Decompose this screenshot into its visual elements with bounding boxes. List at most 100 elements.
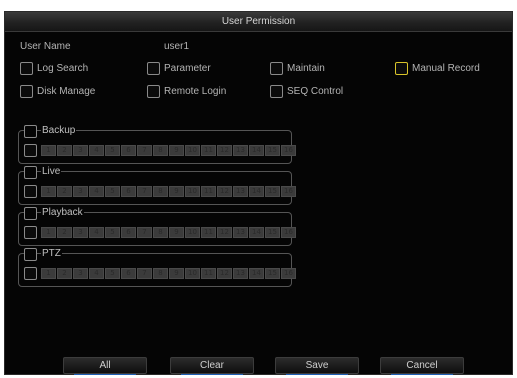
channel-toggle[interactable]: 16 <box>281 145 296 156</box>
channel-group-playback: Playback 1 2 3 4 5 6 7 8 9 10 11 12 13 14 15 16 <box>18 206 296 246</box>
channel-toggle[interactable]: 12 <box>217 227 232 238</box>
channel-toggle[interactable]: 12 <box>217 145 232 156</box>
channel-toggle[interactable]: 1 <box>41 227 56 238</box>
ptz-all-checkbox[interactable] <box>24 248 37 261</box>
channel-toggle[interactable]: 14 <box>249 268 264 279</box>
maintain-label: Maintain <box>287 63 325 74</box>
manual-record-checkbox[interactable] <box>395 62 408 75</box>
channel-toggle[interactable]: 8 <box>153 268 168 279</box>
permission-log-search[interactable]: Log Search <box>20 62 120 76</box>
channel-toggle[interactable]: 7 <box>137 145 152 156</box>
playback-all-checkbox[interactable] <box>24 207 37 220</box>
permission-remote-login[interactable]: Remote Login <box>147 85 247 99</box>
playback-group-label: Playback <box>41 206 84 220</box>
channel-toggle[interactable]: 10 <box>185 268 200 279</box>
channel-toggle[interactable]: 4 <box>89 145 104 156</box>
seq-control-checkbox[interactable] <box>270 85 283 98</box>
channel-toggle[interactable]: 16 <box>281 186 296 197</box>
cancel-button[interactable]: Cancel <box>380 357 464 375</box>
channel-toggle[interactable]: 1 <box>41 268 56 279</box>
channel-toggle[interactable]: 3 <box>73 145 88 156</box>
parameter-checkbox[interactable] <box>147 62 160 75</box>
clear-button[interactable]: Clear <box>170 357 254 375</box>
backup-row-checkbox[interactable] <box>24 144 37 157</box>
log-search-checkbox[interactable] <box>20 62 33 75</box>
channel-toggle[interactable]: 4 <box>89 268 104 279</box>
permission-manual-record[interactable]: Manual Record <box>395 62 495 76</box>
channel-toggle[interactable]: 1 <box>41 186 56 197</box>
dialog-title: User Permission <box>5 12 512 32</box>
channel-toggle[interactable]: 8 <box>153 186 168 197</box>
playback-row-checkbox[interactable] <box>24 226 37 239</box>
live-row-checkbox[interactable] <box>24 185 37 198</box>
channel-toggle[interactable]: 15 <box>265 227 280 238</box>
channel-toggle[interactable]: 11 <box>201 268 216 279</box>
channel-toggle[interactable]: 10 <box>185 227 200 238</box>
channel-toggle[interactable]: 9 <box>169 227 184 238</box>
channel-toggle[interactable]: 6 <box>121 227 136 238</box>
save-button[interactable]: Save <box>275 357 359 375</box>
channel-toggle[interactable]: 4 <box>89 227 104 238</box>
channel-toggle[interactable]: 5 <box>105 268 120 279</box>
ptz-row-checkbox[interactable] <box>24 267 37 280</box>
channel-toggle[interactable]: 11 <box>201 227 216 238</box>
channel-toggle[interactable]: 14 <box>249 186 264 197</box>
channel-toggle[interactable]: 9 <box>169 186 184 197</box>
channel-toggle[interactable]: 6 <box>121 268 136 279</box>
channel-toggle[interactable]: 16 <box>281 227 296 238</box>
channel-toggle[interactable]: 9 <box>169 268 184 279</box>
channel-toggle[interactable]: 10 <box>185 145 200 156</box>
channel-toggle[interactable]: 10 <box>185 186 200 197</box>
channel-toggle[interactable]: 15 <box>265 268 280 279</box>
channel-toggle[interactable]: 2 <box>57 268 72 279</box>
channel-toggle[interactable]: 2 <box>57 145 72 156</box>
channel-toggle[interactable]: 11 <box>201 145 216 156</box>
channel-toggle[interactable]: 9 <box>169 145 184 156</box>
channel-toggle[interactable]: 8 <box>153 145 168 156</box>
channel-toggle[interactable]: 12 <box>217 268 232 279</box>
ptz-channel-row: 1 2 3 4 5 6 7 8 9 10 11 12 13 14 15 16 <box>41 268 296 279</box>
channel-toggle[interactable]: 8 <box>153 227 168 238</box>
channel-toggle[interactable]: 15 <box>265 145 280 156</box>
channel-toggle[interactable]: 14 <box>249 227 264 238</box>
maintain-checkbox[interactable] <box>270 62 283 75</box>
permission-parameter[interactable]: Parameter <box>147 62 247 76</box>
channel-toggle[interactable]: 6 <box>121 145 136 156</box>
channel-toggle[interactable]: 15 <box>265 186 280 197</box>
remote-login-checkbox[interactable] <box>147 85 160 98</box>
backup-all-checkbox[interactable] <box>24 125 37 138</box>
channel-toggle[interactable]: 5 <box>105 227 120 238</box>
channel-toggle[interactable]: 3 <box>73 186 88 197</box>
channel-group-backup: Backup 1 2 3 4 5 6 7 8 9 10 11 12 13 14 15 16 <box>18 124 296 164</box>
channel-toggle[interactable]: 11 <box>201 186 216 197</box>
channel-toggle[interactable]: 7 <box>137 186 152 197</box>
channel-toggle[interactable]: 7 <box>137 268 152 279</box>
all-button[interactable]: All <box>63 357 147 375</box>
channel-toggle[interactable]: 6 <box>121 186 136 197</box>
channel-toggle[interactable]: 4 <box>89 186 104 197</box>
permission-disk-manage[interactable]: Disk Manage <box>20 85 120 99</box>
channel-group-ptz: PTZ 1 2 3 4 5 6 7 8 9 10 11 12 13 14 15 16 <box>18 247 296 287</box>
channel-toggle[interactable]: 5 <box>105 186 120 197</box>
channel-toggle[interactable]: 13 <box>233 268 248 279</box>
channel-toggle[interactable]: 16 <box>281 268 296 279</box>
channel-toggle[interactable]: 2 <box>57 227 72 238</box>
channel-group-live: Live 1 2 3 4 5 6 7 8 9 10 11 12 13 14 15 16 <box>18 165 296 205</box>
channel-toggle[interactable]: 3 <box>73 227 88 238</box>
channel-toggle[interactable]: 3 <box>73 268 88 279</box>
manual-record-label: Manual Record <box>412 63 480 74</box>
permission-maintain[interactable]: Maintain <box>270 62 370 76</box>
live-all-checkbox[interactable] <box>24 166 37 179</box>
permission-seq-control[interactable]: SEQ Control <box>270 85 370 99</box>
channel-toggle[interactable]: 12 <box>217 186 232 197</box>
disk-manage-checkbox[interactable] <box>20 85 33 98</box>
channel-toggle[interactable]: 13 <box>233 145 248 156</box>
channel-toggle[interactable]: 1 <box>41 145 56 156</box>
channel-toggle[interactable]: 7 <box>137 227 152 238</box>
channel-toggle[interactable]: 13 <box>233 186 248 197</box>
channel-toggle[interactable]: 13 <box>233 227 248 238</box>
channel-toggle[interactable]: 14 <box>249 145 264 156</box>
channel-toggle[interactable]: 2 <box>57 186 72 197</box>
live-channel-row: 1 2 3 4 5 6 7 8 9 10 11 12 13 14 15 16 <box>41 186 296 197</box>
channel-toggle[interactable]: 5 <box>105 145 120 156</box>
